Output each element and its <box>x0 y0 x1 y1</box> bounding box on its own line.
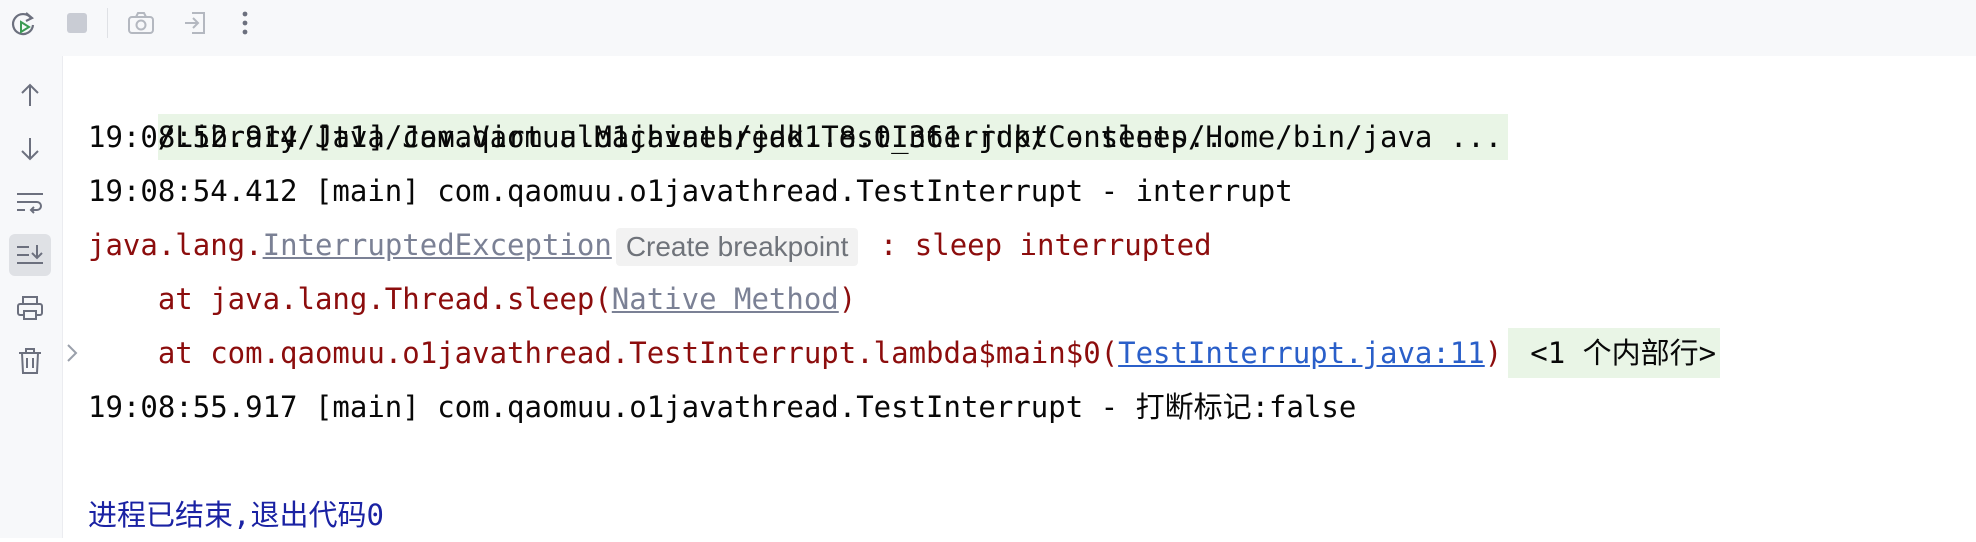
console-line: /Library/Java/JavaVirtualMachines/jdk1.8… <box>88 56 1958 160</box>
internal-frames-badge[interactable]: <1 个内部行> <box>1508 328 1721 378</box>
soft-wrap-icon[interactable] <box>9 181 51 223</box>
exit-message: 进程已结束,退出代码0 <box>88 498 384 532</box>
console-output: /Library/Java/JavaVirtualMachines/jdk1.8… <box>88 56 1958 542</box>
exit-icon[interactable] <box>180 8 210 38</box>
exception-class-link[interactable]: InterruptedException <box>263 228 612 262</box>
frame-suffix: ) <box>838 282 857 316</box>
scroll-to-end-icon[interactable] <box>9 234 51 276</box>
native-method-link[interactable]: Native Method <box>612 282 839 316</box>
camera-icon[interactable] <box>126 8 156 38</box>
console-line: 19:08:54.412 [main] com.qaomuu.o1javathr… <box>88 174 1293 208</box>
up-arrow-icon[interactable] <box>9 74 51 116</box>
create-breakpoint-hint[interactable]: Create breakpoint <box>615 228 859 266</box>
source-file-link[interactable]: TestInterrupt.java:11 <box>1118 336 1485 370</box>
console-toolbar <box>0 0 1976 56</box>
console-sidebar <box>0 56 63 538</box>
more-icon[interactable] <box>230 8 260 38</box>
down-arrow-icon[interactable] <box>9 128 51 170</box>
frame-text: at com.qaomuu.o1javathread.TestInterrupt… <box>88 336 1119 370</box>
exception-message: : sleep interrupted <box>862 228 1212 262</box>
frame-suffix: ) <box>1484 336 1503 370</box>
console-line: 19:08:55.917 [main] com.qaomuu.o1javathr… <box>88 390 1357 424</box>
stack-frame: at com.qaomuu.o1javathread.TestInterrupt… <box>88 326 1958 380</box>
toolbar-separator <box>107 8 108 38</box>
stack-frame: at java.lang.Thread.sleep(Native Method) <box>88 272 1958 326</box>
print-icon[interactable] <box>9 287 51 329</box>
console-line: 19:08:52.914 [t1] com.qaomuu.o1javathrea… <box>88 120 1241 154</box>
frame-text: at java.lang.Thread.sleep( <box>88 282 612 316</box>
exception-line: java.lang.InterruptedException Create bre… <box>88 218 1958 272</box>
exception-prefix: java.lang. <box>88 228 263 262</box>
stop-icon[interactable] <box>62 8 92 38</box>
rerun-icon[interactable] <box>8 8 38 38</box>
trash-icon[interactable] <box>9 340 51 382</box>
expand-frames-chevron-icon[interactable] <box>66 338 80 368</box>
